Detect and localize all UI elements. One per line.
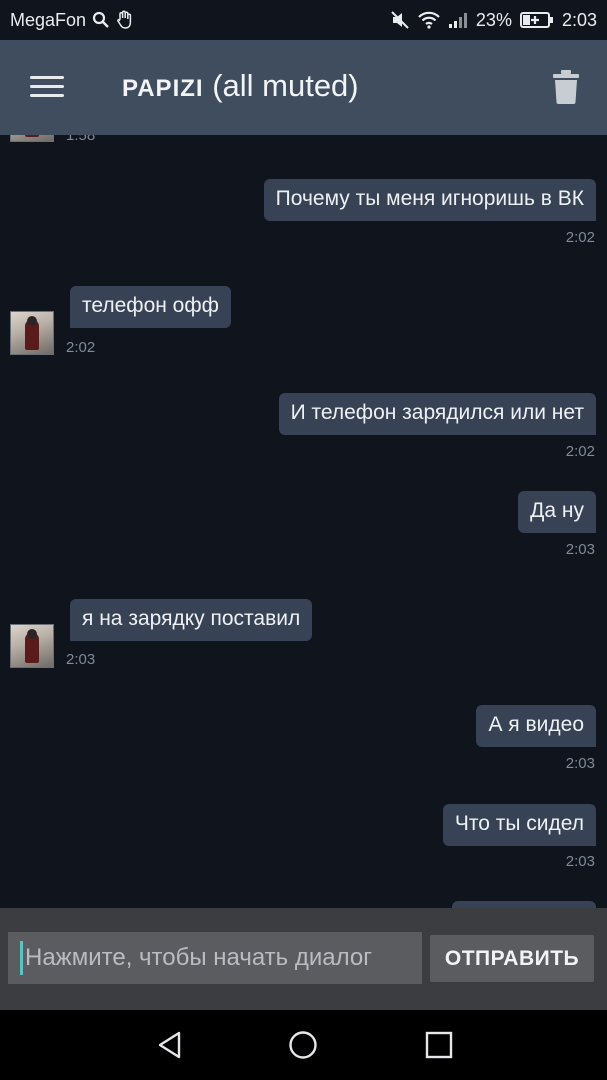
send-button[interactable]: ОТПРАВИТЬ — [430, 935, 594, 982]
signal-icon — [448, 11, 468, 29]
message-outgoing[interactable]: Да ну — [518, 491, 596, 533]
home-icon[interactable] — [288, 1030, 318, 1060]
chat-title: PAPIZI (all muted) — [122, 68, 359, 104]
mute-icon — [390, 10, 410, 30]
message-text: телефон офф — [70, 286, 231, 328]
avatar[interactable] — [10, 135, 54, 142]
message-time: 2:03 — [66, 651, 96, 668]
app-header: PAPIZI (all muted) — [0, 40, 607, 135]
trash-icon[interactable] — [553, 70, 579, 104]
text-caret — [20, 941, 23, 975]
message-text: Да ну — [518, 491, 596, 533]
message-text: И телефон зарядился или нет — [278, 393, 596, 435]
recents-icon[interactable] — [424, 1030, 454, 1060]
hand-icon — [116, 10, 134, 30]
clock: 2:03 — [561, 9, 597, 30]
message-outgoing[interactable]: Что ты сидел — [442, 804, 596, 846]
avatar[interactable] — [10, 624, 54, 668]
avatar[interactable] — [10, 311, 54, 355]
system-nav-bar — [0, 1010, 607, 1080]
message-outgoing[interactable]: А я видео — [476, 705, 596, 747]
message-text: Что ты сидел — [442, 804, 596, 846]
message-incoming[interactable]: я на зарядку поставил — [70, 599, 313, 641]
message-time: 2:03 — [565, 755, 595, 772]
message-text: я на зарядку поставил — [70, 599, 313, 641]
message-text: А я видео — [476, 705, 596, 747]
message-time: 2:03 — [565, 853, 595, 870]
composer-bar: Нажмите, чтобы начать диалог ОТПРАВИТЬ — [0, 908, 607, 1010]
message-outgoing-clipped — [452, 901, 596, 908]
carrier-name: MegaFon — [10, 9, 87, 30]
status-bar: MegaFon 23% 2:03 — [0, 0, 607, 40]
hamburger-menu-icon[interactable] — [30, 74, 64, 100]
chat-history[interactable]: 1:58 Почему ты меня игноришь в ВК 2:02 т… — [0, 135, 607, 908]
message-time: 2:02 — [66, 339, 96, 356]
message-incoming[interactable]: телефон офф — [70, 286, 231, 328]
message-outgoing[interactable]: Почему ты меня игноришь в ВК — [263, 179, 596, 221]
message-outgoing[interactable]: И телефон зарядился или нет — [278, 393, 596, 435]
chat-title-status: (all muted) — [212, 68, 359, 103]
back-icon[interactable] — [155, 1030, 185, 1060]
message-input[interactable]: Нажмите, чтобы начать диалог — [8, 932, 422, 984]
message-time: 1:58 — [66, 135, 96, 144]
message-time: 2:02 — [565, 229, 595, 246]
wifi-icon — [418, 11, 440, 29]
search-icon — [92, 11, 110, 29]
battery-percent: 23% — [475, 9, 512, 30]
message-time: 2:02 — [565, 443, 595, 460]
message-time: 2:03 — [565, 541, 595, 558]
chat-title-brand: PAPIZI — [122, 75, 204, 102]
message-text: Почему ты меня игноришь в ВК — [263, 179, 596, 221]
battery-charging-icon — [519, 11, 554, 29]
message-input-placeholder: Нажмите, чтобы начать диалог — [25, 944, 372, 971]
